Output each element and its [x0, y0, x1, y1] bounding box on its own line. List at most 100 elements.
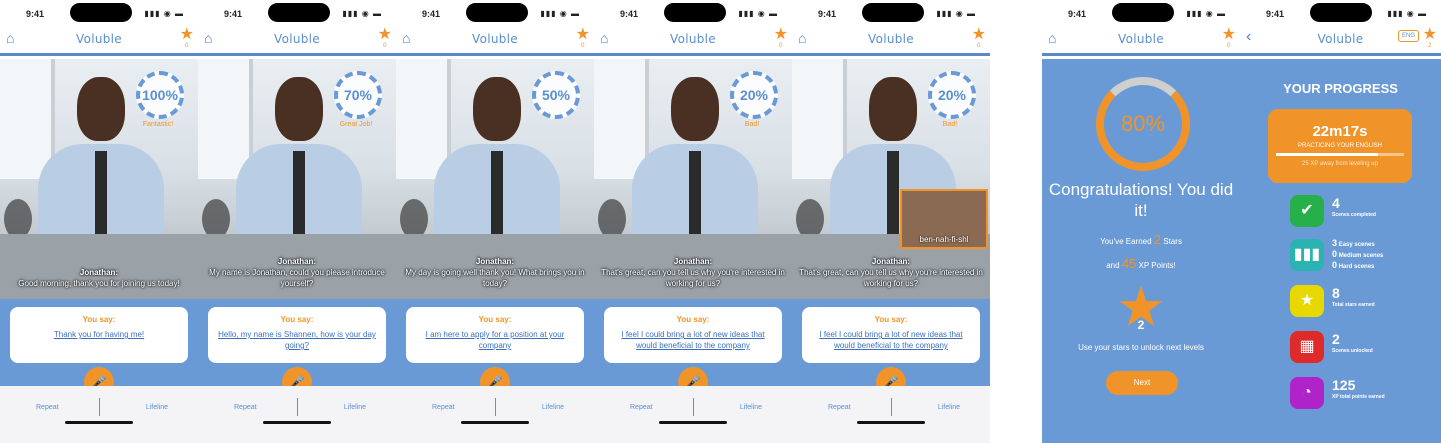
app-bar: ⌂ Voluble ★ 0	[792, 26, 990, 56]
repeat-button[interactable]: Repeat	[828, 404, 851, 411]
bottom-bar: Repeat Lifeline	[594, 386, 792, 443]
response-panel: You say: I am here to apply for a positi…	[396, 299, 594, 397]
score-label: Fantastic!	[142, 121, 174, 128]
lifeline-button[interactable]: Lifeline	[740, 404, 762, 411]
film-icon: ▦	[1290, 331, 1324, 363]
star-counter[interactable]: ★ 0	[378, 27, 392, 50]
unlock-hint: Use your stars to unlock next levels	[1078, 343, 1204, 352]
language-button[interactable]: ENG	[1397, 30, 1419, 42]
response-panel: You say: Thank you for having me! 🎤	[0, 299, 198, 397]
divider	[297, 398, 298, 416]
speaker-name: Jonathan:	[673, 257, 713, 266]
speaker-line: My name is Jonathan, could you please in…	[209, 268, 385, 288]
pronunciation-video[interactable]: ben-nah-fi-shl	[900, 189, 988, 249]
repeat-button[interactable]: Repeat	[234, 404, 257, 411]
you-say-card: You say: I feel I could bring a lot of n…	[604, 307, 782, 363]
congrats-screen: 9:41 ▮▮▮ ◉ ▬ ⌂ Voluble ★ 0 80% Congratula…	[1042, 0, 1240, 443]
earned-xp: 45	[1121, 256, 1137, 271]
status-time: 9:41	[224, 9, 243, 19]
status-bar: 9:41 ▮▮▮ ◉ ▬	[792, 0, 990, 26]
response-panel: You say: I feel I could bring a lot of n…	[792, 299, 990, 397]
status-time: 9:41	[1266, 9, 1285, 19]
you-say-heading: You say:	[82, 315, 116, 324]
star-counter[interactable]: ★ 0	[774, 27, 788, 50]
divider	[495, 398, 496, 416]
you-say-heading: You say:	[874, 315, 908, 324]
divider	[891, 398, 892, 416]
status-icons: ▮▮▮ ◉ ▬	[342, 9, 382, 18]
photo-plant	[598, 199, 626, 239]
photo-head	[77, 77, 125, 141]
star-count: 2	[1428, 43, 1432, 49]
status-icons: ▮▮▮ ◉ ▬	[1387, 9, 1427, 18]
you-say-heading: You say:	[478, 315, 512, 324]
status-bar: 9:41 ▮▮▮ ◉ ▬	[1240, 0, 1441, 26]
star-count: 0	[383, 43, 387, 49]
star-count: 0	[977, 43, 981, 49]
status-time: 9:41	[422, 9, 441, 19]
photo-tie	[95, 151, 107, 246]
repeat-button[interactable]: Repeat	[432, 404, 455, 411]
check-icon: ✔	[1290, 195, 1324, 227]
star-counter[interactable]: ★ 2	[1423, 27, 1437, 50]
pronunciation-label: ben-nah-fi-shl	[919, 235, 969, 244]
speaker-name: Jonathan:	[475, 257, 515, 266]
star-counter[interactable]: ★ 0	[972, 27, 986, 50]
brand-logo: Voluble	[76, 32, 122, 46]
dialogue-screen: 9:41 ▮▮▮ ◉ ▬ ⌂ Voluble ★ 0 100% Fantastic…	[0, 0, 198, 443]
interviewer-photo: 50% Jonathan: My day is going well thank…	[396, 59, 594, 299]
app-bar: ⌂ Voluble ★ 0	[396, 26, 594, 56]
lifeline-button[interactable]: Lifeline	[938, 404, 960, 411]
status-icons: ▮▮▮ ◉ ▬	[936, 9, 976, 18]
app-bar: ⌂ Voluble ★ 0	[0, 26, 198, 56]
repeat-button[interactable]: Repeat	[36, 404, 59, 411]
response-panel: You say: Hello, my name is Shannen, how …	[198, 299, 396, 397]
score-gauge: 100%	[136, 71, 184, 119]
you-say-heading: You say:	[676, 315, 710, 324]
star-counter[interactable]: ★ 0	[180, 27, 194, 50]
dialogue-caption: Jonathan: My name is Jonathan, could you…	[204, 256, 390, 289]
photo-plant	[202, 199, 230, 239]
photo-tie	[689, 151, 701, 246]
star-icon: ★	[1290, 285, 1324, 317]
bars-icon: ▮▮▮	[1290, 239, 1324, 271]
repeat-button[interactable]: Repeat	[630, 404, 653, 411]
level-progress-fill	[1276, 153, 1379, 156]
status-bar: 9:41 ▮▮▮ ◉ ▬	[396, 0, 594, 26]
status-icons: ▮▮▮ ◉ ▬	[1186, 9, 1226, 18]
photo-head	[275, 77, 323, 141]
bottom-bar: Repeat Lifeline	[198, 386, 396, 443]
status-icons: ▮▮▮ ◉ ▬	[540, 9, 580, 18]
star-count: 0	[185, 43, 189, 49]
status-bar: 9:41 ▮▮▮ ◉ ▬	[1042, 0, 1240, 26]
home-indicator	[857, 421, 925, 424]
dynamic-island	[1112, 3, 1174, 22]
next-button[interactable]: Next	[1106, 371, 1178, 395]
speaker-line: That's great, can you tell us why you're…	[799, 268, 983, 288]
speaker-name: Jonathan:	[79, 268, 119, 277]
interviewer-photo: 100% Fantastic! Jonathan: Good morning, …	[0, 59, 198, 299]
lifeline-button[interactable]: Lifeline	[542, 404, 564, 411]
practicing-label: PRACTICING YOUR ENGLISH	[1298, 143, 1382, 149]
speaker-line: My day is going well thank you! What bri…	[405, 268, 585, 288]
speaker-line: Good morning, thank you for joining us t…	[18, 279, 180, 288]
status-icons: ▮▮▮ ◉ ▬	[738, 9, 778, 18]
star-counter[interactable]: ★ 0	[576, 27, 590, 50]
earned-stars: 2	[1153, 232, 1162, 247]
star-counter[interactable]: ★ 0	[1222, 27, 1236, 50]
score-value: 20%	[739, 87, 769, 103]
dynamic-island	[466, 3, 528, 22]
level-progress-bar	[1276, 153, 1404, 156]
status-time: 9:41	[26, 9, 45, 19]
lifeline-button[interactable]: Lifeline	[146, 404, 168, 411]
divider	[99, 398, 100, 416]
dialogue-caption: Jonathan: That's great, can you tell us …	[600, 256, 786, 289]
app-bar: ⌂ Voluble ★ 0	[1042, 26, 1240, 56]
divider	[693, 398, 694, 416]
lifeline-button[interactable]: Lifeline	[344, 404, 366, 411]
status-time: 9:41	[620, 9, 639, 19]
dialogue-screen: 9:41 ▮▮▮ ◉ ▬ ⌂ Voluble ★ 0 20% Bad! Jonat…	[594, 0, 792, 443]
earned-text: You've Earned 2 Stars and 45 XP Points!	[1100, 232, 1182, 271]
pie-icon: ◔	[1290, 377, 1324, 409]
dynamic-island	[862, 3, 924, 22]
